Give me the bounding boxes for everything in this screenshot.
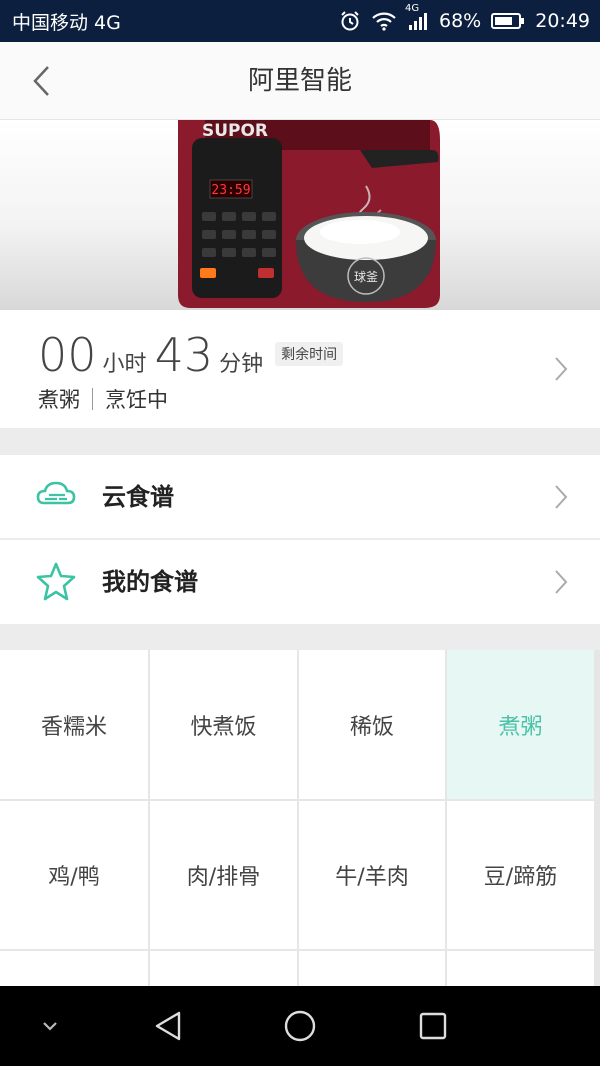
program-cell-partial[interactable] — [447, 951, 594, 986]
rice-cooker-image: 23:59 SUPOR 球釜 — [178, 120, 440, 308]
cooking-program-grid: 香糯米 快煮饭 稀饭 煮粥 鸡/鸭 肉/排骨 牛/羊肉 豆/蹄筋 — [0, 650, 600, 986]
remaining-time-label: 剩余时间 — [275, 342, 344, 366]
cloud-recipes-row[interactable]: 云食谱 — [0, 455, 600, 539]
battery-icon — [491, 12, 525, 30]
collapse-button[interactable] — [30, 1006, 70, 1046]
program-meat-ribs[interactable]: 肉/排骨 — [150, 801, 297, 949]
program-porridge[interactable]: 煮粥 — [447, 650, 594, 799]
program-cell-partial[interactable] — [299, 951, 445, 986]
signal-icon: 4G — [405, 3, 429, 31]
cooker-display: 23:59 — [211, 183, 250, 198]
clock: 20:49 — [535, 10, 590, 32]
hours-value: 00 — [38, 328, 97, 382]
product-banner: 23:59 SUPOR 球釜 — [0, 120, 600, 310]
pot-label: 球釜 — [354, 269, 378, 284]
app-header: 阿里智能 — [0, 42, 600, 120]
minutes-value: 43 — [154, 328, 214, 382]
my-recipes-label: 我的食谱 — [102, 568, 198, 596]
program-congee[interactable]: 稀饭 — [299, 650, 445, 799]
nav-home-button[interactable] — [280, 1006, 320, 1046]
cooking-timer-card[interactable]: 00 小时 43 分钟 剩余时间 煮粥 烹饪中 — [0, 310, 600, 428]
cooking-status: 煮粥 烹饪中 — [38, 384, 168, 414]
program-quick-rice[interactable]: 快煮饭 — [150, 650, 297, 799]
program-beans-tendon[interactable]: 豆/蹄筋 — [447, 801, 594, 949]
cloud-icon — [36, 481, 76, 505]
home-circle-icon — [284, 1010, 316, 1042]
brand-label: SUPOR — [202, 121, 268, 141]
status-divider — [92, 388, 93, 410]
alarm-icon — [339, 10, 361, 32]
star-icon — [36, 562, 76, 601]
network-badge: 4G — [405, 3, 420, 14]
program-chicken-duck[interactable]: 鸡/鸭 — [0, 801, 148, 949]
program-beef-lamb[interactable]: 牛/羊肉 — [299, 801, 445, 949]
program-cell-partial[interactable] — [0, 951, 148, 986]
program-fragrant-glutinous-rice[interactable]: 香糯米 — [0, 650, 148, 799]
wifi-icon — [371, 11, 397, 31]
program-cell-partial[interactable] — [150, 951, 297, 986]
hours-unit: 小时 — [102, 352, 147, 377]
cloud-recipes-label: 云食谱 — [102, 483, 174, 511]
nav-back-button[interactable] — [148, 1006, 188, 1046]
cooking-state: 烹饪中 — [105, 388, 168, 412]
system-nav-bar — [0, 986, 600, 1066]
chevron-right-icon — [555, 485, 568, 509]
carrier-label: 中国移动 4G — [12, 11, 121, 34]
chevron-right-icon — [555, 357, 568, 381]
remaining-time: 00 小时 43 分钟 剩余时间 — [38, 328, 344, 382]
cooking-mode: 煮粥 — [38, 388, 80, 412]
page-title: 阿里智能 — [247, 66, 352, 96]
battery-percent: 68% — [439, 10, 482, 32]
minutes-unit: 分钟 — [219, 352, 264, 377]
chevron-right-icon — [555, 570, 568, 594]
my-recipes-row[interactable]: 我的食谱 — [0, 540, 600, 624]
status-bar: 中国移动 4G 4G 68% 20:49 — [0, 0, 600, 42]
back-triangle-icon — [155, 1011, 181, 1041]
nav-recents-button[interactable] — [413, 1006, 453, 1046]
collapse-icon — [43, 1022, 57, 1031]
recents-square-icon — [419, 1012, 447, 1040]
